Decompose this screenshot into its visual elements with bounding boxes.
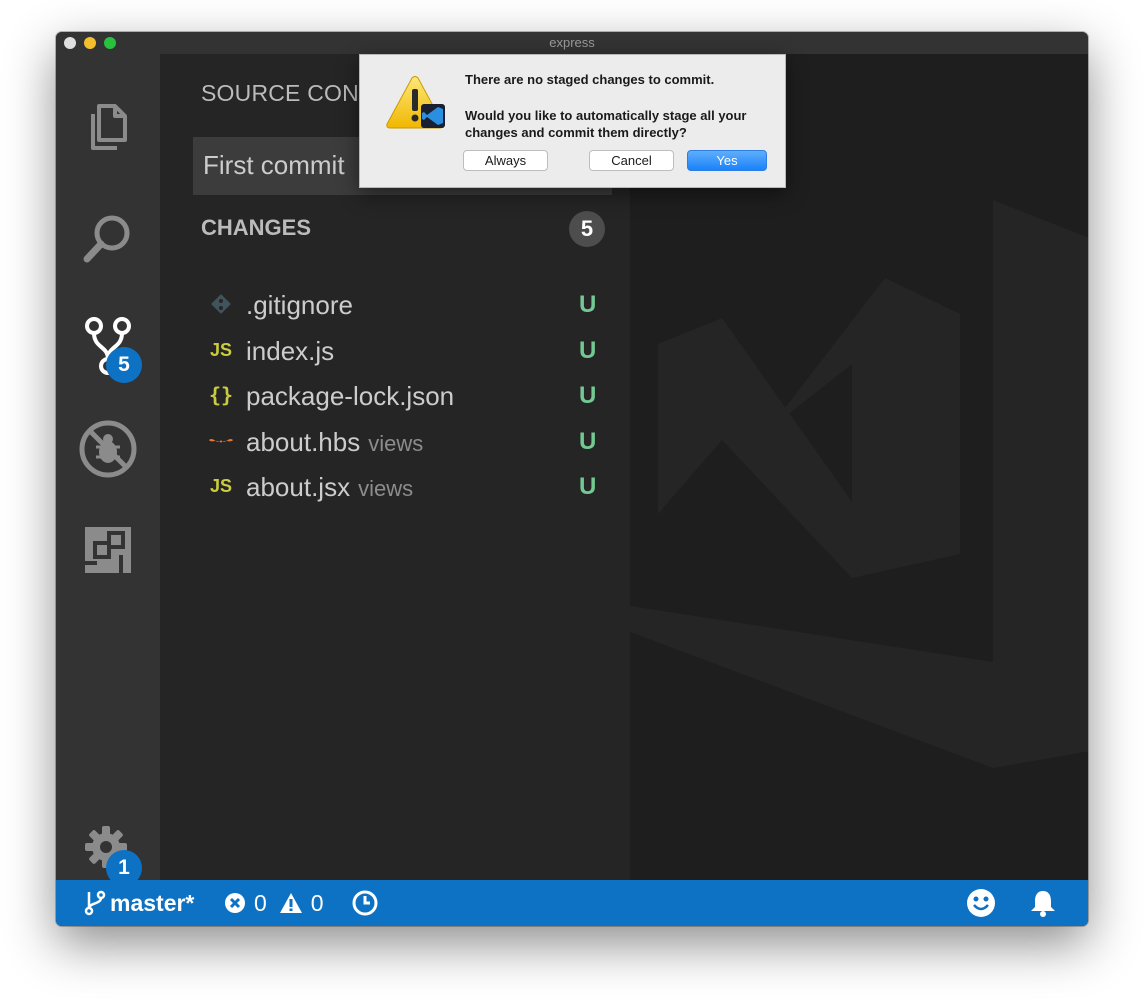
warning-count: 0 [310,889,324,916]
file-name: package-lock.json [246,381,455,411]
handlebars-file-icon [208,428,234,454]
notifications-button[interactable] [1029,880,1057,926]
activity-explorer[interactable] [56,87,160,167]
close-window-button[interactable] [64,37,76,49]
maximize-window-button[interactable] [104,37,116,49]
error-icon [225,893,245,913]
activity-debug[interactable] [56,409,160,489]
feedback-button[interactable] [966,880,996,926]
commit-message-text: First commit [203,150,345,180]
json-file-icon: {} [208,383,234,407]
file-item-index-js[interactable]: JS index.js U [160,329,630,373]
minimize-window-button[interactable] [84,37,96,49]
files-icon [91,104,127,150]
bell-icon [1031,891,1055,917]
always-button[interactable]: Always [463,150,548,171]
file-name: index.js [246,336,335,366]
file-status: U [579,428,597,455]
changes-count-badge: 5 [569,211,605,247]
js-file-icon: JS [209,475,233,496]
file-item-about-jsx[interactable]: JS about.jsx views U [160,465,630,509]
activity-search[interactable] [56,199,160,279]
warning-icon [386,76,445,129]
problems-status[interactable]: 0 0 [224,880,324,926]
js-file-icon: JS [209,339,233,360]
file-status: U [579,291,597,318]
debug-icon [79,420,137,478]
file-directory: views [358,476,414,501]
warning-icon [279,893,302,913]
cancel-button[interactable]: Cancel [589,150,674,171]
file-name: .gitignore [246,290,353,320]
dialog-message: Would you like to automatically stage al… [465,108,747,140]
confirm-dialog: There are no staged changes to commit. W… [359,54,786,188]
error-count: 0 [254,889,267,916]
activity-bar: 5 1 [56,54,160,886]
git-branch-icon [84,890,106,916]
extensions-icon [85,527,131,573]
search-icon [83,215,130,263]
file-status: U [579,473,597,500]
dialog-title: There are no staged changes to commit. [465,72,715,87]
window-title: express [549,35,595,50]
clock-icon [352,890,378,916]
file-item-about-hbs[interactable]: about.hbs views U [160,420,630,464]
file-name: about.jsx views [246,472,414,502]
yes-button[interactable]: Yes [687,150,767,171]
git-file-icon [208,291,234,317]
title-bar: express [56,32,1088,54]
file-status: U [579,382,597,409]
branch-name: master* [110,889,195,916]
changes-header[interactable]: CHANGES [201,215,311,241]
file-item-package-lock-json[interactable]: {} package-lock.json U [160,374,630,418]
activity-extensions[interactable] [56,510,160,590]
file-status: U [579,337,597,364]
status-bar: master* 0 0 [56,880,1088,926]
activity-source-control[interactable]: 5 [56,306,160,386]
history-status[interactable] [352,880,378,926]
file-name: about.hbs views [246,427,424,457]
source-control-badge: 5 [106,347,142,383]
file-directory: views [368,431,424,456]
branch-status[interactable]: master* [84,880,194,926]
file-item-gitignore[interactable]: .gitignore U [160,283,630,327]
smiley-icon [967,889,995,917]
